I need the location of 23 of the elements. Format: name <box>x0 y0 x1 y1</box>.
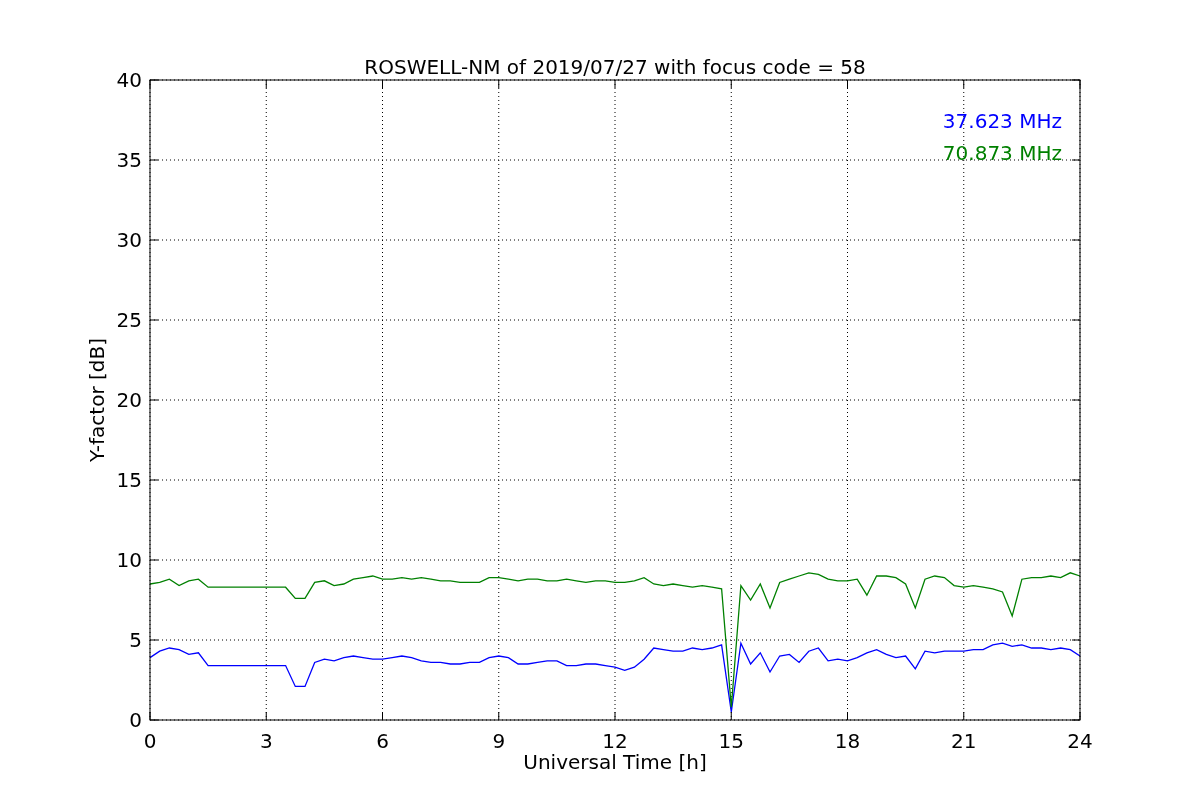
chart-title: ROSWELL-NM of 2019/07/27 with focus code = 58 <box>364 55 866 79</box>
y-tick-label: 25 <box>116 308 142 332</box>
y-tick-label: 0 <box>129 708 142 732</box>
x-tick-label: 0 <box>143 729 157 753</box>
y-axis-label: Y-factor [dB] <box>85 338 109 462</box>
x-tick-label: 6 <box>376 729 389 753</box>
y-tick-label: 35 <box>116 148 142 172</box>
y-tick-label: 15 <box>116 468 142 492</box>
x-tick-label: 3 <box>259 729 273 753</box>
legend-label: 37.623 MHz <box>942 109 1062 133</box>
y-tick-label: 5 <box>129 628 142 652</box>
legend-label: 70.873 MHz <box>942 141 1062 165</box>
y-tick-label: 10 <box>116 548 142 572</box>
x-tick-label: 12 <box>602 729 628 753</box>
x-tick-label: 9 <box>492 729 506 753</box>
x-axis-label: Universal Time [h] <box>523 750 707 774</box>
x-tick-label: 15 <box>718 729 744 753</box>
y-tick-label: 30 <box>116 228 142 252</box>
x-tick-label: 18 <box>834 729 861 753</box>
x-tick-label: 24 <box>1067 729 1093 753</box>
x-tick-label: 21 <box>951 729 977 753</box>
y-tick-label: 40 <box>116 68 142 92</box>
y-tick-label: 20 <box>116 388 142 412</box>
